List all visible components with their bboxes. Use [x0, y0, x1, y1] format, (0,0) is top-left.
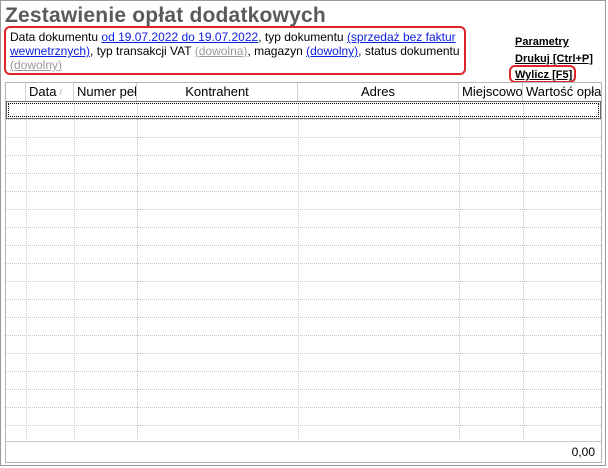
- grid-line: [6, 137, 601, 138]
- column-header-adres[interactable]: Adres: [298, 83, 459, 101]
- table-header: Data / Numer peł Kontrahent Adres Miejsco…: [6, 83, 601, 102]
- grid-line: [6, 281, 601, 282]
- grid-line: [6, 317, 601, 318]
- filter-text-status-label: , status dokumentu: [358, 44, 460, 58]
- table-body: [6, 101, 601, 462]
- row-indicator-header: [6, 83, 26, 101]
- total-value: 0,00: [571, 445, 595, 459]
- filter-text-date-label: Data dokumentu: [10, 30, 102, 44]
- grid-line: [6, 299, 601, 300]
- filter-warehouse-link[interactable]: (dowolny): [306, 44, 358, 58]
- column-header-data[interactable]: Data /: [26, 83, 74, 101]
- grid-line: [6, 155, 601, 156]
- filter-text-doc-type-label: , typ dokumentu: [258, 30, 347, 44]
- filter-text-warehouse-label: , magazyn: [247, 44, 307, 58]
- grid-line: [6, 389, 601, 390]
- grid-line: [6, 371, 601, 372]
- wylicz-highlight: [509, 65, 576, 83]
- grid-line: [6, 191, 601, 192]
- table-footer: 0,00: [6, 441, 601, 462]
- grid-line: [6, 353, 601, 354]
- grid-line: [6, 263, 601, 264]
- column-header-kontrahent[interactable]: Kontrahent: [137, 83, 298, 101]
- grid-line: [6, 425, 601, 426]
- parametry-button[interactable]: Parametry: [515, 36, 569, 48]
- page-title: Zestawienie opłat dodatkowych: [5, 4, 326, 27]
- column-header-numer[interactable]: Numer peł: [74, 83, 137, 101]
- grid-line: [6, 335, 601, 336]
- filter-status-link[interactable]: (dowolny): [10, 58, 62, 72]
- drukuj-button[interactable]: Drukuj [Ctrl+P]: [515, 53, 593, 65]
- filter-text-vat-label: , typ transakcji VAT: [90, 44, 195, 58]
- grid-line: [6, 119, 601, 120]
- results-table[interactable]: Data / Numer peł Kontrahent Adres Miejsco…: [5, 82, 602, 463]
- column-header-wartosc[interactable]: Wartość opła: [523, 83, 601, 101]
- column-header-miejscowosc[interactable]: Miejscowo: [459, 83, 523, 101]
- filter-vat-type-link[interactable]: (dowolna): [195, 44, 248, 58]
- filter-date-range-link[interactable]: od 19.07.2022 do 19.07.2022: [101, 30, 258, 44]
- grid-line: [6, 407, 601, 408]
- grid-line: [6, 245, 601, 246]
- grid-line: [6, 173, 601, 174]
- grid-line: [6, 209, 601, 210]
- grid-line: [6, 227, 601, 228]
- selected-row[interactable]: [6, 101, 601, 119]
- filter-summary: Data dokumentu od 19.07.2022 do 19.07.20…: [4, 26, 466, 75]
- sort-icon: /: [59, 87, 62, 97]
